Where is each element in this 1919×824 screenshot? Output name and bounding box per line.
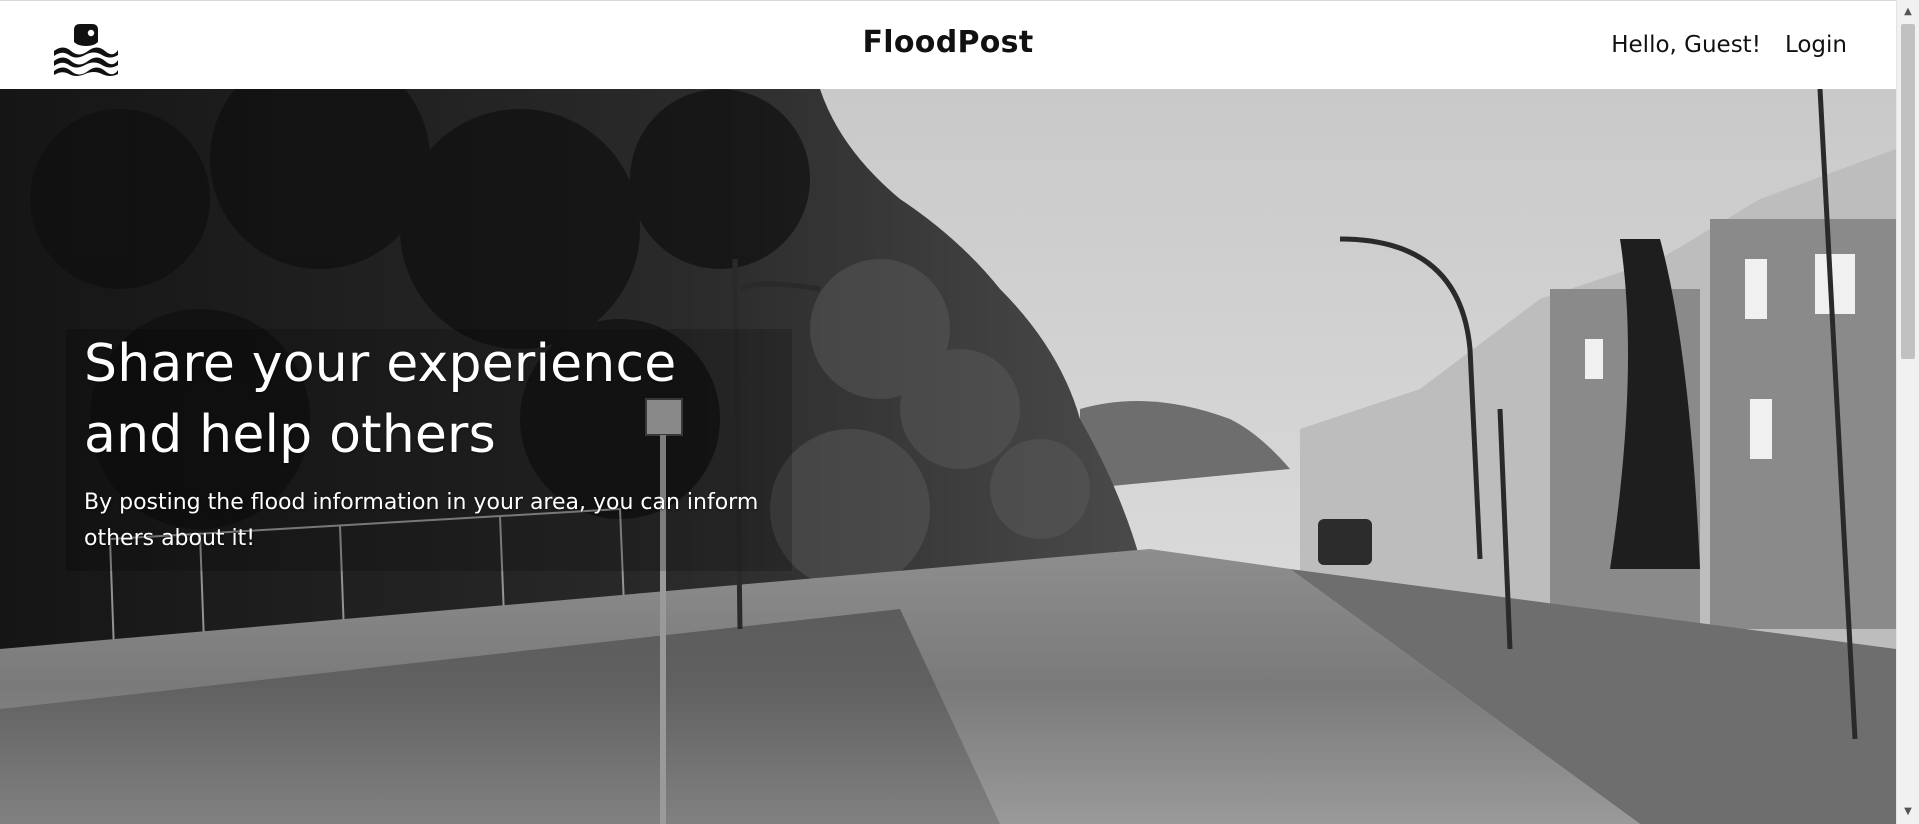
scroll-up-arrow-icon[interactable]: ▲ (1897, 2, 1919, 22)
vertical-scrollbar[interactable]: ▲ ▼ (1896, 0, 1919, 824)
hero-subtitle: By posting the flood information in your… (84, 490, 759, 551)
page: FloodPost Hello, Guest! Login Share your… (0, 0, 1919, 824)
brand-title[interactable]: FloodPost (863, 25, 1034, 60)
greeting-text: Hello, Guest! (1611, 32, 1761, 58)
hero-title: Share your experience and help others (84, 334, 677, 465)
hero-text-box: Share your experience and help others By… (66, 329, 792, 571)
scroll-down-arrow-icon[interactable]: ▼ (1897, 802, 1919, 822)
login-link[interactable]: Login (1785, 32, 1847, 58)
hero-section: Share your experience and help others By… (0, 89, 1896, 824)
navbar: FloodPost Hello, Guest! Login (0, 0, 1896, 89)
flood-wave-icon[interactable] (52, 22, 120, 76)
scroll-thumb[interactable] (1901, 24, 1915, 359)
